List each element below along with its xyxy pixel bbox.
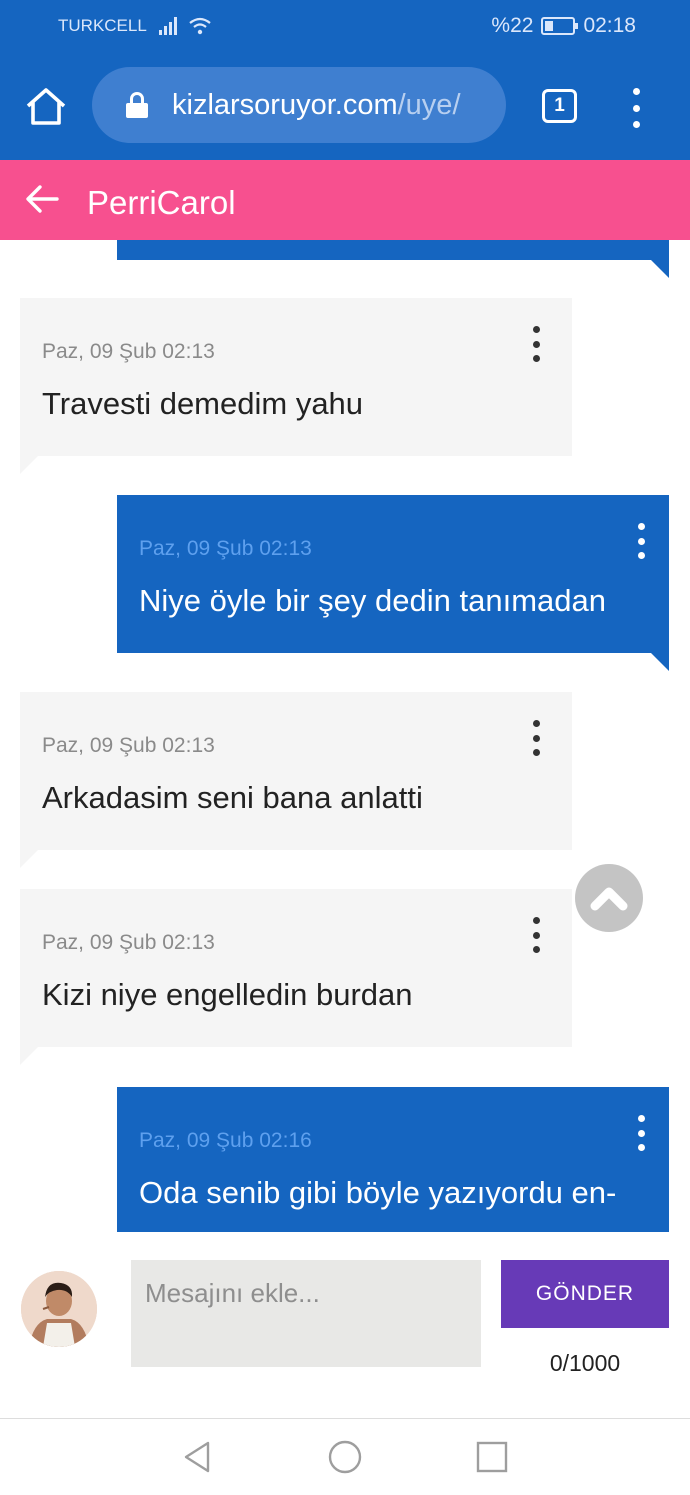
url-text[interactable]: kizlarsoruyor.com/uye/ — [172, 89, 461, 122]
vertical-dots-icon[interactable] — [524, 720, 548, 756]
vertical-dots-icon[interactable] — [629, 1115, 653, 1151]
tab-count: 1 — [554, 95, 565, 116]
battery-percent: %22 — [491, 14, 534, 37]
message-text: Oda senib gibi böyle yazıyordu en- — [139, 1175, 617, 1210]
message-bubble-partial — [117, 240, 669, 278]
message-bubble[interactable]: Paz, 09 Şub 02:13 Kizi niye engelledin b… — [20, 889, 572, 1065]
message-text: Niye öyle bir şey dedin tanımadan — [139, 583, 606, 618]
avatar — [21, 1271, 97, 1347]
message-list[interactable]: Paz, 09 Şub 02:13 Travesti demedim yahu … — [0, 240, 690, 1250]
send-button[interactable]: GÖNDER — [501, 1260, 669, 1328]
message-time: Paz, 09 Şub 02:13 — [42, 340, 215, 363]
lock-icon — [126, 92, 148, 118]
arrow-left-icon[interactable] — [24, 181, 60, 217]
vertical-dots-icon[interactable] — [629, 523, 653, 559]
home-icon[interactable] — [24, 86, 68, 126]
message-bubble[interactable]: Paz, 09 Şub 02:13 Travesti demedim yahu — [20, 298, 572, 474]
vertical-dots-icon[interactable] — [524, 917, 548, 953]
message-time: Paz, 09 Şub 02:13 — [139, 537, 312, 560]
nav-back-icon[interactable] — [180, 1439, 216, 1475]
battery-icon — [541, 17, 579, 35]
message-bubble[interactable]: Paz, 09 Şub 02:13 Niye öyle bir şey dedi… — [117, 495, 669, 671]
vertical-dots-icon[interactable] — [524, 326, 548, 362]
char-counter: 0/1000 — [549, 1350, 621, 1376]
wifi-icon — [189, 17, 211, 35]
message-time: Paz, 09 Şub 02:13 — [42, 931, 215, 954]
url-path: /uye/ — [397, 88, 461, 121]
browser-toolbar: kizlarsoruyor.com/uye/ 1 — [0, 52, 690, 160]
scroll-top-button[interactable] — [575, 864, 643, 932]
carrier-label: TURKCELL — [58, 16, 147, 35]
url-domain: kizlarsoruyor.com — [172, 88, 398, 121]
message-bubble[interactable]: Paz, 09 Şub 02:13 Arkadasim seni bana an… — [20, 692, 572, 868]
message-text: Travesti demedim yahu — [42, 386, 364, 421]
system-nav-bar — [0, 1418, 690, 1495]
clock: 02:18 — [583, 14, 636, 37]
signal-icon — [158, 17, 177, 35]
message-text: Arkadasim seni bana anlatti — [42, 780, 423, 815]
message-text: Kizi niye engelledin burdan — [42, 977, 413, 1012]
message-time: Paz, 09 Şub 02:13 — [42, 734, 215, 757]
kebab-menu-icon[interactable] — [626, 88, 646, 128]
status-bar: TURKCELL %22 02:18 — [0, 0, 690, 52]
message-time: Paz, 09 Şub 02:16 — [139, 1129, 312, 1152]
message-bubble[interactable]: Paz, 09 Şub 02:16 Oda senib gibi böyle y… — [117, 1087, 669, 1232]
nav-recents-icon[interactable] — [474, 1439, 510, 1475]
message-input[interactable] — [131, 1260, 481, 1367]
chevron-up-icon — [590, 887, 628, 911]
address-bar[interactable]: kizlarsoruyor.com/uye/ — [92, 67, 506, 143]
conversation-header: PerriCarol — [0, 160, 690, 240]
nav-home-icon[interactable] — [327, 1439, 363, 1475]
page-title: PerriCarol — [87, 184, 236, 221]
tab-switcher-button[interactable]: 1 — [542, 89, 577, 123]
